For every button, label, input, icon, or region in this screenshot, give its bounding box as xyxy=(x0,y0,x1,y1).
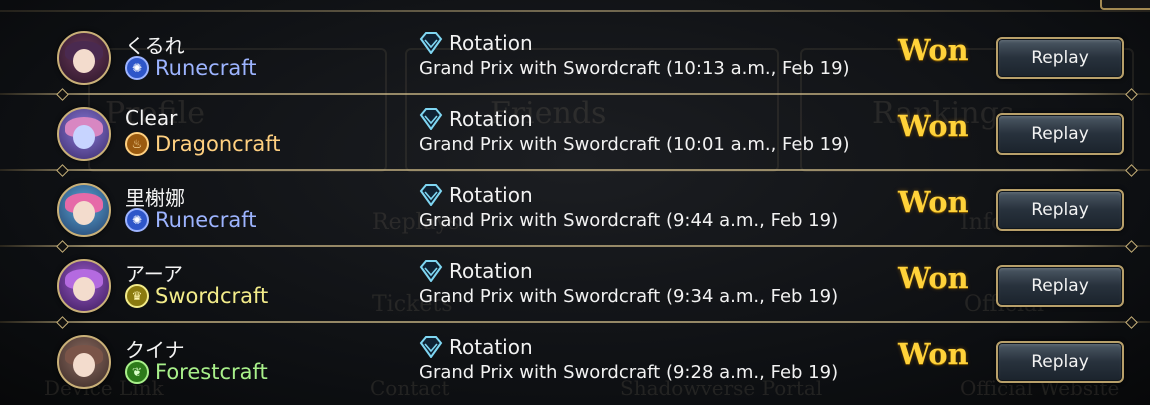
class-name: Forestcraft xyxy=(155,360,268,384)
format-name: Rotation xyxy=(449,259,533,283)
match-description: Grand Prix with Swordcraft (9:34 a.m., F… xyxy=(419,286,839,307)
player-avatar xyxy=(57,183,111,237)
format-line: Rotation xyxy=(419,182,533,208)
player-avatar xyxy=(57,259,111,313)
replay-button[interactable]: Replay xyxy=(996,189,1124,231)
row-divider xyxy=(0,321,1150,323)
corner-frame xyxy=(1100,0,1150,10)
replay-button[interactable]: Replay xyxy=(996,37,1124,79)
replay-button[interactable]: Replay xyxy=(996,341,1124,383)
match-description: Grand Prix with Swordcraft (10:13 a.m., … xyxy=(419,58,850,79)
player-name: 里榭娜 xyxy=(125,186,185,210)
row-divider xyxy=(0,169,1150,171)
format-name: Rotation xyxy=(449,183,533,207)
replay-row: くるれ ✺ Runecraft Rotation Grand Prix with… xyxy=(0,20,1150,92)
match-result: Won xyxy=(898,261,969,295)
replay-row: アーア ♛ Swordcraft Rotation Grand Prix wit… xyxy=(0,245,1150,320)
class-name: Swordcraft xyxy=(155,284,269,308)
replay-button[interactable]: Replay xyxy=(996,113,1124,155)
player-name: Clear xyxy=(125,106,178,130)
replay-row: クイナ ❦ Forestcraft Rotation Grand Prix wi… xyxy=(0,321,1150,396)
replay-button-label: Replay xyxy=(1031,124,1089,144)
class-name: Dragoncraft xyxy=(155,132,281,156)
rotation-diamond-icon xyxy=(419,108,443,130)
rotation-diamond-icon xyxy=(419,184,443,206)
rotation-diamond-icon xyxy=(419,260,443,282)
row-divider xyxy=(0,93,1150,95)
format-name: Rotation xyxy=(449,31,533,55)
replay-row: Clear ♨ Dragoncraft Rotation Grand Prix … xyxy=(0,93,1150,168)
format-line: Rotation xyxy=(419,30,533,56)
class-name: Runecraft xyxy=(155,56,257,80)
player-avatar xyxy=(57,335,111,389)
class-name: Runecraft xyxy=(155,208,257,232)
class-line: ♨ Dragoncraft xyxy=(125,132,280,156)
replay-row: 里榭娜 ✺ Runecraft Rotation Grand Prix with… xyxy=(0,169,1150,244)
class-line: ✺ Runecraft xyxy=(125,208,257,232)
dragoncraft-icon: ♨ xyxy=(125,132,149,156)
match-result: Won xyxy=(898,185,969,219)
player-avatar xyxy=(57,107,111,161)
format-line: Rotation xyxy=(419,106,533,132)
class-line: ♛ Swordcraft xyxy=(125,284,268,308)
player-name: アーア xyxy=(125,262,183,286)
format-name: Rotation xyxy=(449,107,533,131)
match-description: Grand Prix with Swordcraft (9:28 a.m., F… xyxy=(419,362,839,383)
replay-button-label: Replay xyxy=(1031,48,1089,68)
player-name: クイナ xyxy=(125,338,185,362)
format-name: Rotation xyxy=(449,335,533,359)
replay-button-label: Replay xyxy=(1031,352,1089,372)
match-description: Grand Prix with Swordcraft (10:01 a.m., … xyxy=(419,134,850,155)
replay-button[interactable]: Replay xyxy=(996,265,1124,307)
match-description: Grand Prix with Swordcraft (9:44 a.m., F… xyxy=(419,210,839,231)
player-avatar xyxy=(57,31,111,85)
match-result: Won xyxy=(898,337,969,371)
format-line: Rotation xyxy=(419,334,533,360)
match-result: Won xyxy=(898,33,969,67)
match-result: Won xyxy=(898,109,969,143)
rotation-diamond-icon xyxy=(419,336,443,358)
runecraft-icon: ✺ xyxy=(125,208,149,232)
player-name: くるれ xyxy=(125,34,185,58)
replay-button-label: Replay xyxy=(1031,200,1089,220)
class-line: ❦ Forestcraft xyxy=(125,360,268,384)
row-divider xyxy=(0,245,1150,247)
class-line: ✺ Runecraft xyxy=(125,56,257,80)
swordcraft-icon: ♛ xyxy=(125,284,149,308)
top-divider xyxy=(0,10,1150,12)
replay-button-label: Replay xyxy=(1031,276,1089,296)
format-line: Rotation xyxy=(419,258,533,284)
forestcraft-icon: ❦ xyxy=(125,360,149,384)
rotation-diamond-icon xyxy=(419,32,443,54)
runecraft-icon: ✺ xyxy=(125,56,149,80)
